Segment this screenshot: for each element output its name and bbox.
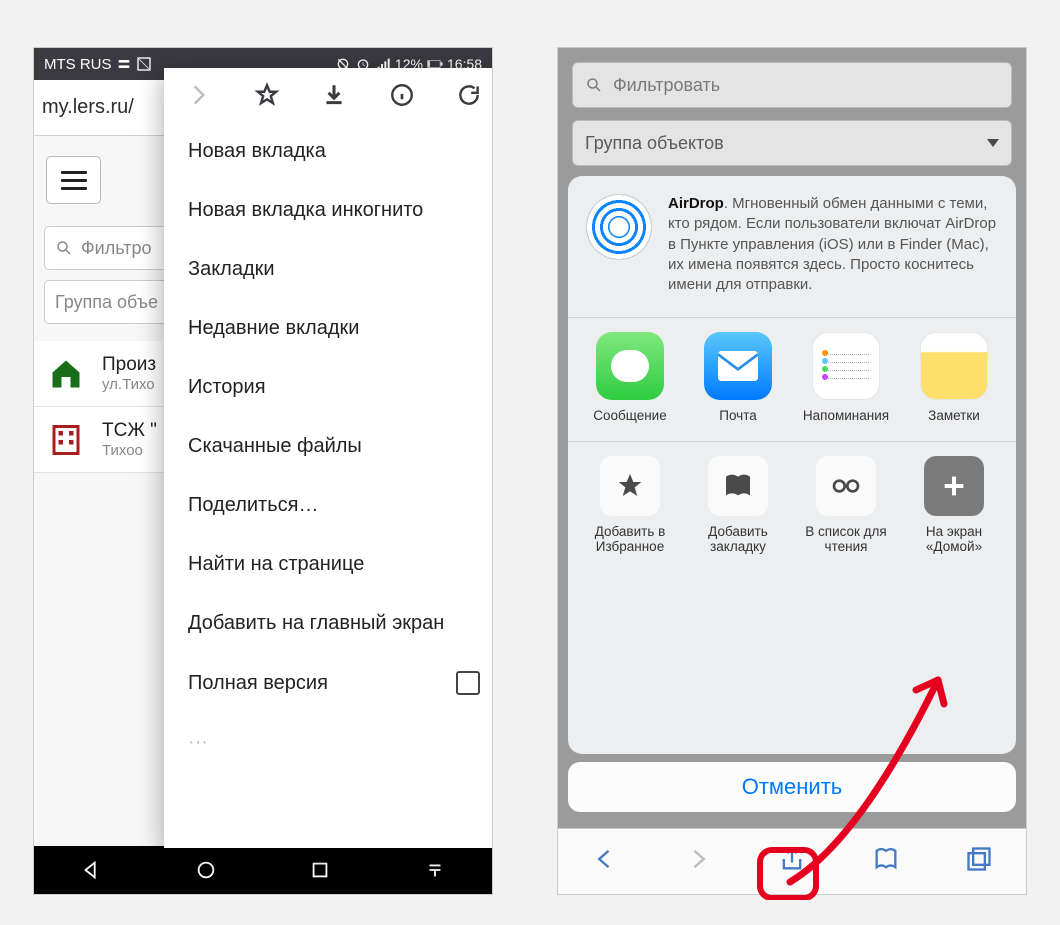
download-icon[interactable]	[321, 82, 347, 108]
airdrop-section[interactable]: AirDrop. Мгновенный обмен данными с теми…	[568, 176, 1016, 318]
back-button[interactable]	[591, 845, 619, 878]
share-reminders[interactable]: Напоминания	[792, 332, 900, 423]
group-placeholder: Группа объе	[55, 292, 158, 313]
search-icon	[55, 239, 73, 257]
item-subtitle: Тихоо	[102, 442, 157, 459]
menu-incognito[interactable]: Новая вкладка инкогнито	[164, 181, 493, 240]
forward-button[interactable]	[684, 845, 712, 878]
glasses-icon	[816, 456, 876, 516]
building-icon	[48, 422, 84, 458]
item-title: Произ	[102, 354, 156, 376]
reminders-icon	[812, 332, 880, 400]
star-icon[interactable]	[254, 82, 280, 108]
home-icon[interactable]	[195, 859, 217, 881]
airdrop-icon	[586, 194, 652, 260]
forward-icon[interactable]	[186, 82, 212, 108]
book-icon	[708, 456, 768, 516]
android-nav-bar	[34, 846, 492, 894]
hamburger-button[interactable]	[46, 156, 101, 204]
notes-icon	[920, 332, 988, 400]
menu-new-tab[interactable]: Новая вкладка	[164, 122, 493, 181]
carrier-label: MTS RUS	[44, 56, 112, 73]
group-select[interactable]: Группа объектов	[572, 120, 1012, 166]
action-reading-list[interactable]: В список для чтения	[792, 456, 900, 554]
share-button[interactable]	[778, 845, 806, 878]
wifi-icon	[116, 56, 132, 72]
search-icon	[585, 76, 603, 94]
star-icon	[600, 456, 660, 516]
ios-screenshot: Фильтровать Группа объектов AirDrop. Мгн…	[557, 47, 1027, 895]
plus-icon	[924, 456, 984, 516]
checkbox-icon[interactable]	[456, 671, 480, 695]
app-row: Сообщение Почта Напоминания Заметки	[568, 318, 1016, 442]
menu-share[interactable]: Поделиться…	[164, 476, 493, 535]
menu-downloads[interactable]: Скачанные файлы	[164, 417, 493, 476]
item-title: ТСЖ "	[102, 420, 157, 442]
safari-toolbar	[558, 828, 1026, 894]
airdrop-text: AirDrop. Мгновенный обмен данными с теми…	[668, 194, 998, 295]
filter-placeholder: Фильтровать	[613, 75, 720, 96]
share-notes[interactable]: Заметки	[900, 332, 1008, 423]
android-screenshot: MTS RUS 12% 16:58 my.lers.ru/ Фильтро Гр…	[33, 47, 493, 895]
menu-add-home[interactable]: Добавить на главный экран	[164, 594, 493, 653]
recent-icon[interactable]	[309, 859, 331, 881]
menu-desktop-site[interactable]: Полная версия	[164, 653, 493, 713]
house-icon	[48, 356, 84, 392]
back-icon[interactable]	[80, 859, 102, 881]
action-more[interactable]: Ск	[1008, 456, 1016, 554]
menu-find[interactable]: Найти на странице	[164, 535, 493, 594]
share-sheet: AirDrop. Мгновенный обмен данными с теми…	[568, 176, 1016, 754]
mail-icon	[704, 332, 772, 400]
group-label: Группа объектов	[585, 133, 724, 154]
menu-clipped: ···	[164, 713, 493, 772]
share-messages[interactable]: Сообщение	[576, 332, 684, 423]
messages-icon	[596, 332, 664, 400]
action-bookmark[interactable]: Добавить закладку	[684, 456, 792, 554]
menu-history[interactable]: История	[164, 358, 493, 417]
chevron-down-icon	[987, 139, 999, 147]
action-row: Добавить в Избранное Добавить закладку В…	[568, 442, 1016, 572]
action-home-screen[interactable]: На экран «Домой»	[900, 456, 1008, 554]
filter-placeholder: Фильтро	[81, 238, 151, 259]
action-favorites[interactable]: Добавить в Избранное	[576, 456, 684, 554]
share-mail[interactable]: Почта	[684, 332, 792, 423]
info-icon[interactable]	[389, 82, 415, 108]
filter-input[interactable]: Фильтровать	[572, 62, 1012, 108]
reload-icon[interactable]	[456, 82, 482, 108]
url-text: my.lers.ru/	[42, 96, 134, 119]
menu-icon[interactable]	[424, 859, 446, 881]
menu-recent-tabs[interactable]: Недавние вкладки	[164, 299, 493, 358]
card-icon	[136, 56, 152, 72]
chrome-menu: Новая вкладка Новая вкладка инкогнито За…	[164, 68, 493, 848]
menu-bookmarks[interactable]: Закладки	[164, 240, 493, 299]
cancel-button[interactable]: Отменить	[568, 762, 1016, 812]
bookmarks-button[interactable]	[872, 845, 900, 878]
tabs-button[interactable]	[965, 845, 993, 878]
item-subtitle: ул.Тихо	[102, 376, 156, 393]
